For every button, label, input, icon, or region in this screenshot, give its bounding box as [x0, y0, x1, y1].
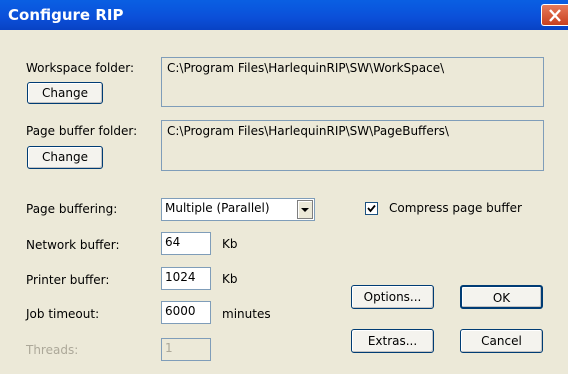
window-title: Configure RIP — [8, 6, 124, 24]
printer-buffer-unit: Kb — [222, 272, 238, 286]
close-button[interactable] — [541, 4, 568, 26]
workspace-path: C:\Program Files\HarlequinRIP\SW\WorkSpa… — [167, 61, 445, 75]
page-buffering-value: Multiple (Parallel) — [165, 201, 270, 215]
extras-button[interactable]: Extras... — [351, 329, 434, 353]
job-timeout-value: 6000 — [165, 304, 196, 318]
page-buffer-change-button[interactable]: Change — [27, 146, 103, 169]
printer-buffer-value: 1024 — [165, 270, 196, 284]
ok-button-label: OK — [492, 291, 511, 305]
threads-value: 1 — [165, 341, 173, 355]
page-buffering-select[interactable]: Multiple (Parallel) — [161, 198, 315, 221]
network-buffer-unit: Kb — [222, 237, 238, 251]
job-timeout-unit: minutes — [222, 307, 271, 321]
printer-buffer-input[interactable]: 1024 — [161, 267, 211, 290]
cancel-button[interactable]: Cancel — [460, 329, 543, 353]
title-bar: Configure RIP — [0, 0, 568, 30]
page-buffering-label: Page buffering: — [26, 202, 118, 216]
workspace-folder-label: Workspace folder: — [26, 61, 135, 75]
check-icon — [367, 204, 376, 213]
close-icon — [549, 9, 561, 22]
cancel-button-label: Cancel — [481, 334, 522, 348]
workspace-path-box: C:\Program Files\HarlequinRIP\SW\WorkSpa… — [161, 57, 544, 107]
page-buffer-change-label: Change — [42, 150, 88, 164]
page-buffer-path: C:\Program Files\HarlequinRIP\SW\PageBuf… — [167, 124, 449, 138]
threads-label: Threads: — [26, 343, 79, 357]
printer-buffer-label: Printer buffer: — [26, 273, 110, 287]
extras-button-label: Extras... — [367, 334, 418, 348]
network-buffer-label: Network buffer: — [26, 238, 120, 252]
compress-page-buffer-checkbox[interactable] — [365, 202, 378, 215]
dropdown-button[interactable] — [297, 200, 313, 219]
workspace-change-button[interactable]: Change — [27, 82, 103, 104]
chevron-down-icon — [301, 208, 309, 212]
ok-button[interactable]: OK — [460, 285, 543, 309]
job-timeout-input[interactable]: 6000 — [161, 301, 211, 324]
network-buffer-input[interactable]: 64 — [161, 232, 211, 255]
network-buffer-value: 64 — [165, 235, 181, 249]
page-buffer-path-box: C:\Program Files\HarlequinRIP\SW\PageBuf… — [161, 120, 544, 171]
compress-page-buffer-label: Compress page buffer — [389, 201, 522, 215]
options-button[interactable]: Options... — [351, 285, 434, 309]
workspace-change-label: Change — [42, 86, 88, 100]
options-button-label: Options... — [363, 290, 422, 304]
job-timeout-label: Job timeout: — [26, 307, 100, 321]
threads-input: 1 — [161, 338, 211, 361]
page-buffer-folder-label: Page buffer folder: — [26, 124, 138, 138]
